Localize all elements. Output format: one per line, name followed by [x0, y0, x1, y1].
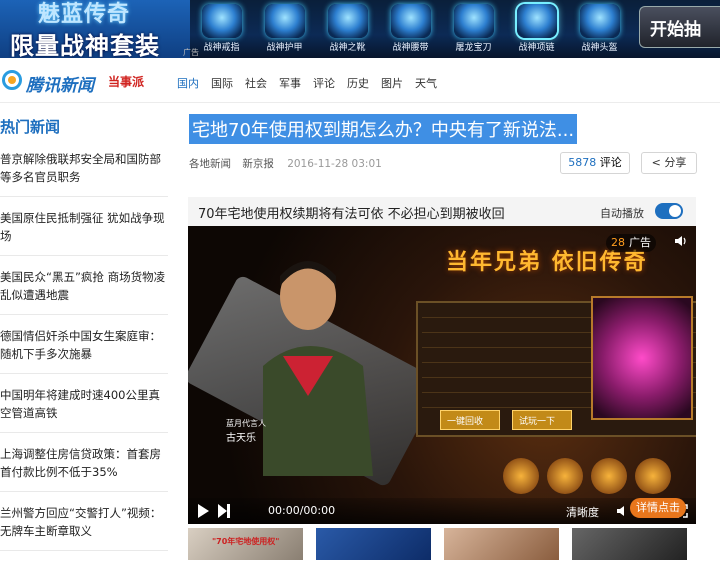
autoplay-label: 自动播放	[600, 207, 644, 220]
nav-link-society[interactable]: 社会	[245, 75, 267, 91]
related-video-thumbnail[interactable]	[444, 528, 559, 560]
ad-item-icon	[503, 458, 539, 494]
banner-item-label: 屠龙宝刀	[455, 43, 492, 53]
ring-icon	[202, 4, 242, 38]
ad-btn2-label: 试玩一下	[519, 417, 556, 427]
hot-news-item[interactable]: 美国原住民抵制强征 犹如战争现场	[0, 209, 168, 256]
tencent-logo-icon	[2, 70, 22, 90]
nav-link-commentary[interactable]: 评论	[313, 75, 335, 91]
hot-news-item[interactable]: 上海调整住房信贷政策：首套房首付款比例不低于35%	[0, 445, 168, 492]
banner-item-label: 战神头盔	[581, 43, 618, 53]
banner-item-label: 战神项链	[518, 43, 555, 53]
sidebar-title: 热门新闻	[0, 118, 61, 136]
ad-spokesperson-image	[263, 261, 373, 476]
ad-character-image	[591, 296, 693, 420]
play-icon[interactable]	[198, 504, 209, 518]
banner-title-line1: 魅蓝传奇	[38, 2, 131, 27]
article-meta: 各地新闻 新京报 2016-11-28 03:01	[189, 156, 382, 171]
banner-item-label: 战神腰带	[392, 43, 429, 53]
next-icon[interactable]	[218, 504, 230, 518]
comment-button[interactable]: 5878 评论	[560, 152, 630, 174]
ad-signature-sub: 蓝月代言人	[226, 419, 266, 428]
hot-news-list: 普京解除俄联邦安全局和国防部等多名官员职务 美国原住民抵制强征 犹如战争现场 美…	[0, 150, 168, 563]
autoplay-toggle[interactable]	[655, 203, 683, 219]
ad-countdown: 28	[611, 236, 625, 249]
ad-volume-icon[interactable]	[674, 234, 688, 248]
clarity-button[interactable]: 清晰度	[566, 504, 599, 520]
video-controls: 00:00/00:00 清晰度	[188, 498, 696, 524]
ad-item-icon	[591, 458, 627, 494]
nav-link-domestic[interactable]: 国内	[177, 75, 199, 91]
video-title: 70年宅地使用权续期将有法可依 不必担心到期被收回	[198, 207, 505, 222]
banner-items: 战神戒指 战神护甲 战神之靴 战神腰带 屠龙宝刀 战神项链 战神头盔	[190, 0, 631, 58]
related-video-thumbnail[interactable]	[572, 528, 687, 560]
armor-icon	[265, 4, 305, 38]
banner-start-button[interactable]: 开始抽	[639, 6, 720, 48]
banner-ad-note: 广告	[183, 48, 199, 57]
hot-news-item[interactable]: 普京解除俄联邦安全局和国防部等多名官员职务	[0, 150, 168, 197]
thumbnail-caption: "70年宅地使用权"	[212, 537, 280, 546]
related-video-thumbnails: "70年宅地使用权"	[188, 528, 708, 560]
video-player[interactable]: 当年兄弟 依旧传奇 一键回收 试玩一下 蓝月代言人 古天乐 28 广告 00:00…	[188, 226, 696, 524]
related-video-thumbnail[interactable]: "70年宅地使用权"	[188, 528, 303, 560]
article-source[interactable]: 新京报	[242, 158, 274, 170]
hot-news-item[interactable]: 美国民众“黑五”疯抢 商场货物凌乱似遭遇地震	[0, 268, 168, 315]
banner-item[interactable]: 战神腰带	[379, 0, 442, 58]
ad-btn1-label: 一键回收	[447, 417, 484, 427]
banner-item[interactable]: 战神之靴	[316, 0, 379, 58]
ad-item-icon	[547, 458, 583, 494]
ad-item-icons	[503, 458, 693, 498]
top-banner-ad[interactable]: 魅蓝传奇 限量战神套装 战神戒指 战神护甲 战神之靴 战神腰带 屠龙宝刀 战神项…	[0, 0, 720, 58]
comment-label: 评论	[599, 156, 622, 169]
ad-try-button: 试玩一下	[512, 410, 572, 430]
nav-link-history[interactable]: 历史	[347, 75, 369, 91]
ad-countdown-badge: 28 广告	[606, 234, 656, 252]
hot-news-item[interactable]: 中国明年将建成时速400公里真空管道高铁	[0, 386, 168, 433]
article-category[interactable]: 各地新闻	[189, 158, 231, 170]
nav-link-international[interactable]: 国际	[211, 75, 233, 91]
banner-title-line2: 限量战神套装	[10, 32, 160, 58]
belt-icon	[391, 4, 431, 38]
banner-item-selected[interactable]: 战神项链	[505, 0, 568, 58]
share-label: 分享	[664, 156, 687, 169]
banner-item-label: 战神之靴	[329, 43, 366, 53]
ad-detail-button[interactable]: 详情点击	[630, 498, 686, 518]
helmet-icon	[580, 4, 620, 38]
ad-signature: 蓝月代言人 古天乐	[226, 418, 266, 444]
ad-recycle-button: 一键回收	[440, 410, 500, 430]
related-video-thumbnail[interactable]	[316, 528, 431, 560]
banner-item-label: 战神戒指	[203, 43, 240, 53]
banner-item-label: 战神护甲	[266, 43, 303, 53]
necklace-icon	[517, 4, 557, 38]
share-icon: <	[651, 156, 661, 169]
article-date: 2016-11-28 03:01	[287, 158, 382, 170]
article-headline: 宅地70年使用权到期怎么办？中央有了新说法...	[189, 114, 578, 144]
hot-news-item[interactable]: 兰州警方回应“交警打人”视频：无牌车主断章取义	[0, 504, 168, 551]
boots-icon	[328, 4, 368, 38]
share-button[interactable]: < 分享	[641, 152, 697, 174]
nav-link-images[interactable]: 图片	[381, 75, 403, 91]
nav-link-military[interactable]: 军事	[279, 75, 301, 91]
nav-link-weather[interactable]: 天气	[415, 75, 437, 91]
banner-item[interactable]: 战神护甲	[253, 0, 316, 58]
ad-label: 广告	[629, 236, 651, 249]
banner-start-label: 开始抽	[650, 20, 701, 40]
site-logo[interactable]: 腾讯新闻 当事派	[2, 70, 152, 96]
video-header: 70年宅地使用权续期将有法可依 不必担心到期被收回 自动播放	[188, 197, 696, 226]
hot-news-item[interactable]: 德国情侣奸杀中国女生案庭审：随机下手多次施暴	[0, 327, 168, 374]
banner-item[interactable]: 战神戒指	[190, 0, 253, 58]
sword-icon	[454, 4, 494, 38]
banner-item[interactable]: 屠龙宝刀	[442, 0, 505, 58]
logo-text: 腾讯新闻	[26, 76, 94, 96]
ad-item-icon	[635, 458, 671, 494]
volume-icon[interactable]	[616, 504, 630, 518]
top-nav: 腾讯新闻 当事派 国内 国际 社会 军事 评论 历史 图片 天气	[0, 58, 720, 103]
video-time: 00:00/00:00	[268, 504, 336, 517]
comment-count: 5878	[568, 156, 597, 169]
nav-links: 国内 国际 社会 军事 评论 历史 图片 天气	[177, 75, 449, 91]
banner-item[interactable]: 战神头盔	[568, 0, 631, 58]
logo-sub[interactable]: 当事派	[108, 73, 144, 90]
ad-signature-name: 古天乐	[226, 433, 256, 444]
